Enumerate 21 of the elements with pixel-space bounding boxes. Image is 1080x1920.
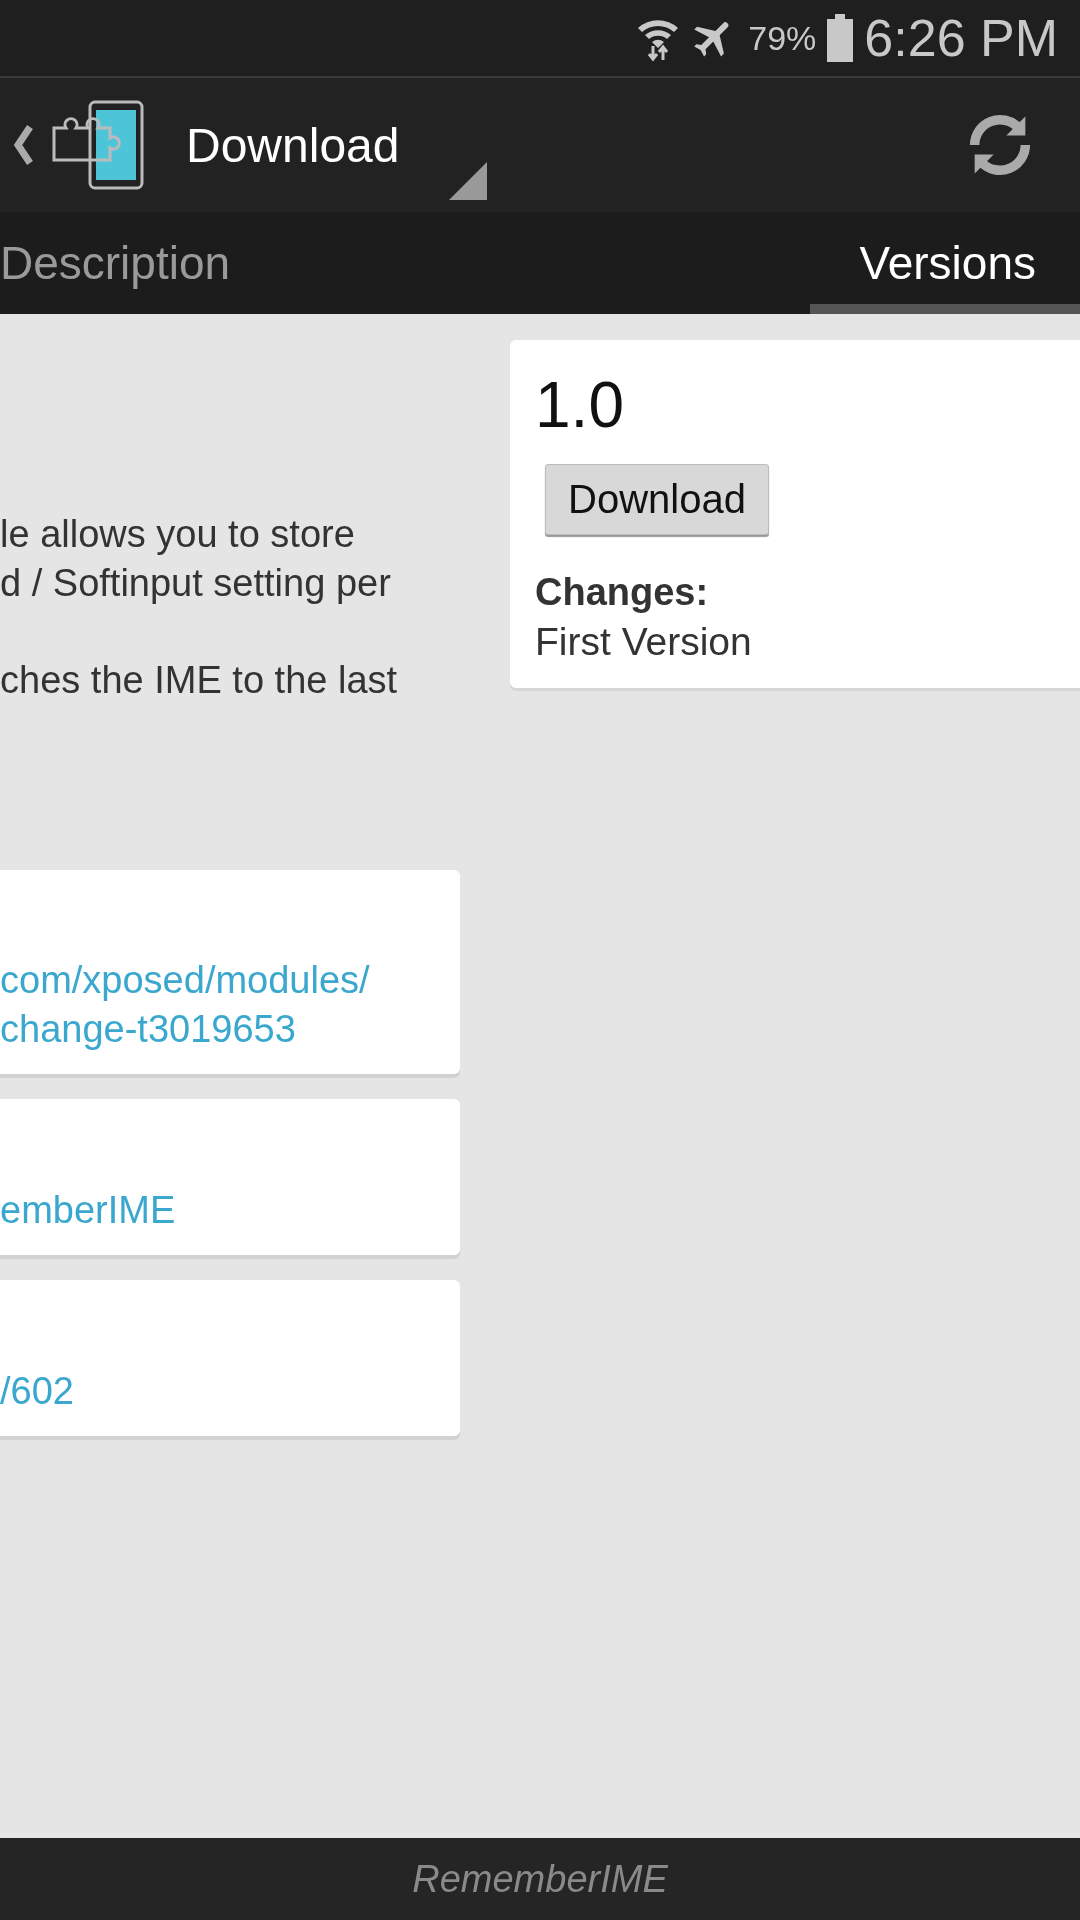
tab[interactable]: Versions	[809, 212, 1080, 314]
module-name: RememberIME	[412, 1857, 668, 1901]
changes-text: First Version	[535, 620, 752, 664]
description-text: ches the IME to the last	[0, 658, 399, 703]
puzzle-phone-icon[interactable]	[50, 100, 146, 190]
back-chevron-icon[interactable]	[12, 125, 34, 165]
screen-title: Download	[186, 117, 400, 173]
changes-label: Changes:	[535, 571, 709, 614]
battery-percent: 79%	[748, 18, 817, 58]
link[interactable]: emberIME	[0, 1186, 460, 1235]
version-number: 1.0	[535, 368, 624, 442]
link[interactable]: /602	[0, 1367, 460, 1416]
description-text: d / Softinput setting per	[0, 561, 392, 606]
tab[interactable]: Description	[0, 212, 275, 314]
link[interactable]: com/xposed/modules/	[0, 956, 460, 1005]
dropdown-triangle-icon[interactable]	[449, 162, 488, 200]
description-text: le allows you to store	[0, 512, 356, 557]
battery-icon	[826, 14, 855, 62]
download-button[interactable]: Download	[545, 464, 769, 535]
clock-time: 6:26 PM	[864, 8, 1058, 68]
link[interactable]: change-t3019653	[0, 1005, 460, 1054]
